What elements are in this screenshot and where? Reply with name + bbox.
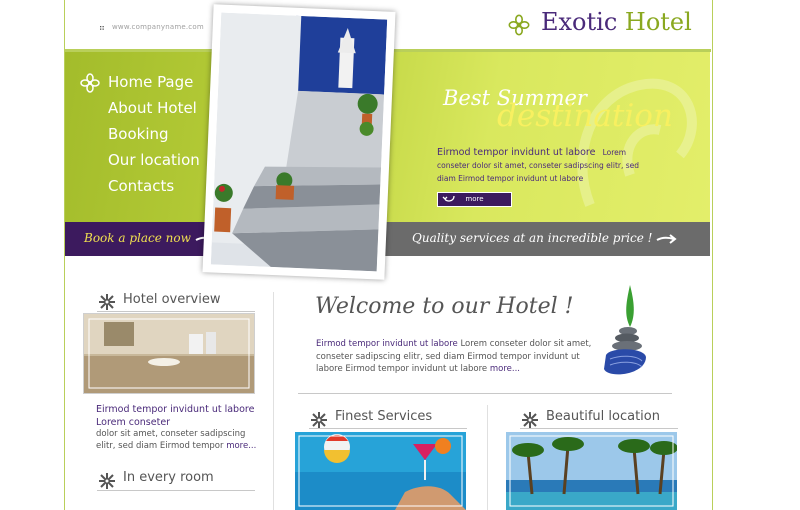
book-now-label: Book a place now	[84, 231, 191, 245]
logo[interactable]: Exotic Hotel	[541, 8, 692, 36]
banner-more-button[interactable]: more	[437, 192, 512, 207]
hero-photo	[202, 4, 396, 280]
spa-stones-image	[604, 285, 646, 375]
arrow-right-icon	[656, 233, 677, 244]
logo-word-exotic: Exotic	[541, 8, 618, 36]
beautiful-location-image	[506, 432, 677, 510]
hotel-overview-heading: Hotel overview	[123, 292, 221, 307]
nav-about-hotel[interactable]: About Hotel	[108, 99, 197, 117]
welcome-more-link[interactable]: more...	[490, 364, 520, 374]
overview-body: dolor sit amet, conseter sadipscing elit…	[96, 429, 246, 451]
section-flower-icon	[311, 412, 327, 428]
book-now-link[interactable]: Book a place now	[84, 231, 217, 245]
welcome-title: Welcome to our Hotel !	[315, 294, 574, 319]
welcome-text: Eirmod tempor invidunt ut labore Lorem c…	[316, 338, 596, 376]
nav-flower-icon	[80, 73, 100, 93]
section-flower-icon	[99, 294, 115, 310]
logo-flower-icon	[508, 14, 530, 36]
section-divider	[298, 393, 672, 394]
logo-word-hotel: Hotel	[624, 8, 692, 36]
dots-icon	[100, 26, 104, 30]
nav-contacts[interactable]: Contacts	[108, 177, 174, 195]
nav-our-location[interactable]: Our location	[108, 151, 200, 169]
section-divider	[97, 490, 255, 491]
column-divider	[487, 405, 488, 510]
in-every-room-heading: In every room	[123, 470, 214, 485]
banner-text: Eirmod tempor invidunt ut labore Lorem c…	[437, 146, 647, 185]
finest-services-image	[295, 432, 466, 510]
column-divider	[273, 292, 274, 510]
tagline: Quality services at an incredible price …	[412, 231, 678, 245]
welcome-lead: Eirmod tempor invidunt ut labore	[316, 339, 458, 349]
beautiful-location-heading: Beautiful location	[546, 409, 660, 424]
site-url[interactable]: www.companyname.com	[112, 23, 204, 31]
section-flower-icon	[99, 473, 115, 489]
decorative-swirl-icon	[577, 78, 697, 207]
nav-home[interactable]: Home Page	[108, 73, 193, 91]
tagline-text: Quality services at an incredible price …	[412, 231, 653, 245]
finest-services-heading: Finest Services	[335, 409, 433, 424]
hotel-overview-image	[83, 313, 255, 394]
banner-headline-line2: destination	[497, 98, 673, 134]
hotel-overview-text: Eirmod tempor invidunt ut labore Lorem c…	[96, 404, 261, 452]
overview-more-link[interactable]: more...	[226, 441, 256, 451]
section-divider	[520, 428, 678, 429]
return-arrow-icon	[442, 195, 455, 202]
overview-lead: Eirmod tempor invidunt ut labore Lorem c…	[96, 404, 255, 428]
section-flower-icon	[522, 412, 538, 428]
hero-photo-image	[210, 12, 388, 272]
section-divider	[309, 428, 467, 429]
section-divider	[97, 311, 255, 312]
more-label: more	[465, 195, 484, 203]
nav-booking[interactable]: Booking	[108, 125, 169, 143]
banner-lead: Eirmod tempor invidunt ut labore	[437, 147, 596, 158]
